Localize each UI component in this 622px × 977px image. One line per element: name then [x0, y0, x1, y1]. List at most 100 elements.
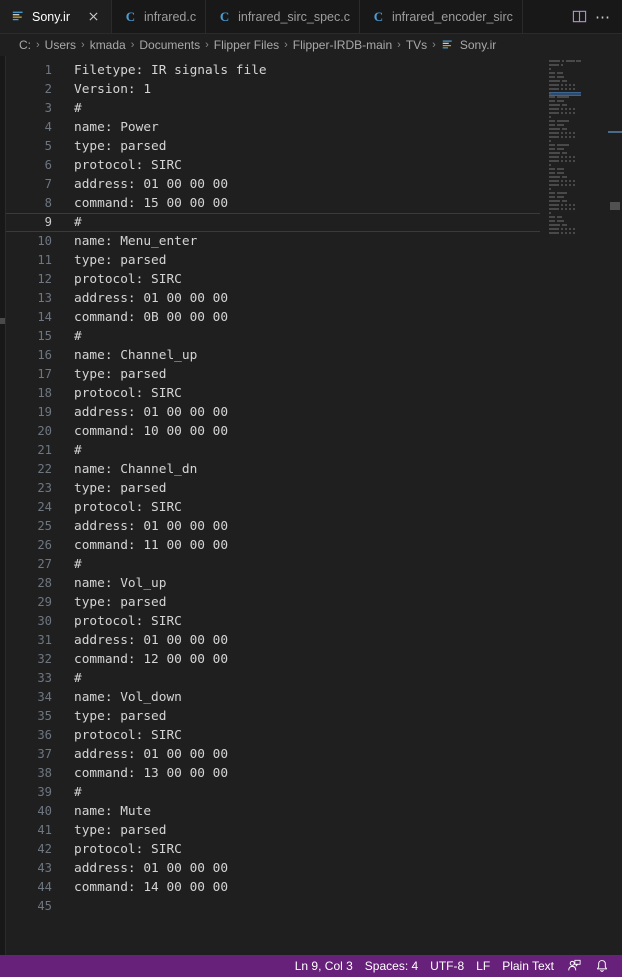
line-content: address: 01 00 00 00 — [74, 291, 229, 306]
line-number: 32 — [37, 652, 52, 666]
status-encoding[interactable]: UTF-8 — [424, 955, 470, 977]
code-line[interactable]: 14 command: 0B 00 00 00 — [6, 308, 622, 327]
code-line[interactable]: 2 Version: 1 — [6, 80, 622, 99]
code-line[interactable]: 7 address: 01 00 00 00 — [6, 175, 622, 194]
code-line[interactable]: 21 # — [6, 441, 622, 460]
code-line[interactable]: 16 name: Channel_up — [6, 346, 622, 365]
code-line[interactable]: 20 command: 10 00 00 00 — [6, 422, 622, 441]
code-line[interactable]: 3 # — [6, 99, 622, 118]
code-line[interactable]: 1 Filetype: IR signals file — [6, 61, 622, 80]
breadcrumb-item-tvs[interactable]: TVs — [406, 38, 427, 52]
code-line[interactable]: 29 type: parsed — [6, 593, 622, 612]
code-line[interactable]: 31 address: 01 00 00 00 — [6, 631, 622, 650]
code-line[interactable]: 39 # — [6, 783, 622, 802]
code-line[interactable]: 37 address: 01 00 00 00 — [6, 745, 622, 764]
code-line[interactable]: 9 # — [6, 213, 622, 232]
minimap-token — [549, 108, 559, 110]
code-editor[interactable]: 1 Filetype: IR signals file 2 Version: 1 3 #4… — [6, 56, 622, 955]
minimap-token — [560, 160, 563, 162]
line-number: 10 — [37, 234, 52, 248]
minimap-token — [564, 112, 567, 114]
breadcrumb-item-documents[interactable]: Documents — [139, 38, 200, 52]
scrollbar-thumb[interactable] — [610, 202, 620, 210]
code-line[interactable]: 35 type: parsed — [6, 707, 622, 726]
editor-vertical-scrollbar[interactable] — [608, 56, 622, 955]
code-line[interactable]: 30 protocol: SIRC — [6, 612, 622, 631]
minimap-token — [549, 68, 551, 70]
status-language-mode[interactable]: Plain Text — [496, 955, 560, 977]
code-line[interactable]: 18 protocol: SIRC — [6, 384, 622, 403]
line-number: 27 — [37, 557, 52, 571]
close-icon[interactable] — [86, 9, 102, 25]
breadcrumb-item-drive[interactable]: C: — [19, 38, 31, 52]
status-indentation[interactable]: Spaces: 4 — [359, 955, 424, 977]
minimap-token — [572, 88, 575, 90]
code-line[interactable]: 13 address: 01 00 00 00 — [6, 289, 622, 308]
code-line[interactable]: 36 protocol: SIRC — [6, 726, 622, 745]
line-content: name: Channel_up — [74, 348, 198, 363]
code-line[interactable]: 8 command: 15 00 00 00 — [6, 194, 622, 213]
code-line[interactable]: 27 # — [6, 555, 622, 574]
sidebar-scroll-thumb[interactable] — [0, 318, 5, 324]
minimap-token — [549, 196, 556, 198]
code-line[interactable]: 10 name: Menu_enter — [6, 232, 622, 251]
split-editor-icon[interactable] — [568, 6, 590, 28]
code-line[interactable]: 24 protocol: SIRC — [6, 498, 622, 517]
minimap-token — [561, 60, 565, 62]
feedback-smiley-icon[interactable] — [560, 955, 588, 977]
breadcrumb-item-flipper-files[interactable]: Flipper Files — [214, 38, 279, 52]
more-actions-icon[interactable]: ⋯ — [592, 6, 614, 28]
code-line[interactable]: 43 address: 01 00 00 00 — [6, 859, 622, 878]
status-cursor-position[interactable]: Ln 9, Col 3 — [289, 955, 359, 977]
tab-infrared-sirc-spec-c[interactable]: C infrared_sirc_spec.c — [206, 0, 360, 33]
breadcrumb-item-flipper-irdb-main[interactable]: Flipper-IRDB-main — [293, 38, 392, 52]
code-line[interactable]: 44 command: 14 00 00 00 — [6, 878, 622, 897]
breadcrumb-item-sony-ir[interactable]: Sony.ir — [441, 38, 496, 53]
breadcrumb-item-kmada[interactable]: kmada — [90, 38, 126, 52]
status-eol[interactable]: LF — [470, 955, 496, 977]
line-content: type: parsed — [74, 139, 167, 154]
code-line[interactable]: 11 type: parsed — [6, 251, 622, 270]
code-line[interactable]: 34 name: Vol_down — [6, 688, 622, 707]
code-line[interactable]: 28 name: Vol_up — [6, 574, 622, 593]
code-line[interactable]: 5 type: parsed — [6, 137, 622, 156]
code-line[interactable]: 45 — [6, 897, 622, 916]
breadcrumb-item-users[interactable]: Users — [45, 38, 76, 52]
minimap-token — [572, 204, 575, 206]
code-line[interactable]: 22 name: Channel_dn — [6, 460, 622, 479]
code-line[interactable]: 25 address: 01 00 00 00 — [6, 517, 622, 536]
minimap-token — [549, 88, 559, 90]
bell-icon[interactable] — [588, 955, 616, 977]
minimap-token — [549, 216, 556, 218]
tab-infrared-c[interactable]: C infrared.c — [111, 0, 207, 33]
code-line[interactable]: 41 type: parsed — [6, 821, 622, 840]
code-line[interactable]: 23 type: parsed — [6, 479, 622, 498]
tab-infrared-encoder-sirc[interactable]: C infrared_encoder_sirc — [359, 0, 523, 33]
minimap-token — [549, 76, 556, 78]
minimap-token — [572, 228, 575, 230]
minimap-token — [560, 208, 563, 210]
code-line[interactable]: 38 command: 13 00 00 00 — [6, 764, 622, 783]
minimap-rows — [549, 60, 581, 240]
minimap-token — [549, 120, 556, 122]
minimap-line — [549, 236, 581, 240]
code-line[interactable]: 32 command: 12 00 00 00 — [6, 650, 622, 669]
minimap-token — [549, 172, 556, 174]
minimap-token — [556, 76, 565, 78]
minimap-token — [572, 108, 575, 110]
code-line[interactable]: 15 # — [6, 327, 622, 346]
minimap-token — [549, 132, 559, 134]
minimap-token — [549, 72, 556, 74]
tab-sony-ir[interactable]: Sony.ir — [0, 0, 112, 33]
code-line[interactable]: 42 protocol: SIRC — [6, 840, 622, 859]
line-number: 30 — [37, 614, 52, 628]
code-line[interactable]: 6 protocol: SIRC — [6, 156, 622, 175]
code-line[interactable]: 19 address: 01 00 00 00 — [6, 403, 622, 422]
code-line[interactable]: 40 name: Mute — [6, 802, 622, 821]
minimap[interactable] — [540, 56, 608, 955]
code-line[interactable]: 17 type: parsed — [6, 365, 622, 384]
code-line[interactable]: 26 command: 11 00 00 00 — [6, 536, 622, 555]
code-line[interactable]: 12 protocol: SIRC — [6, 270, 622, 289]
code-line[interactable]: 33 # — [6, 669, 622, 688]
code-line[interactable]: 4 name: Power — [6, 118, 622, 137]
